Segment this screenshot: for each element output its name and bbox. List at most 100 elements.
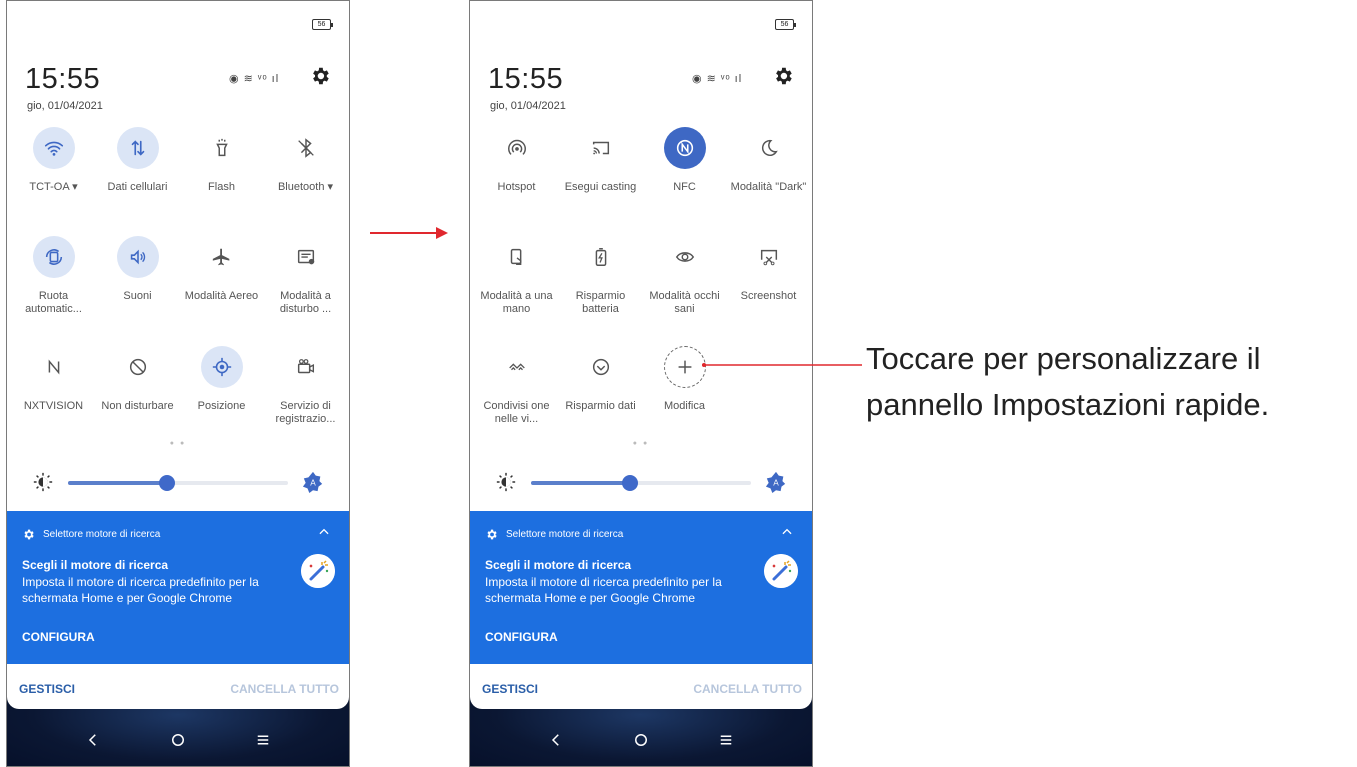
wifi-icon bbox=[44, 141, 63, 156]
quick-settings-panel: 56 15:55 gio, 01/04/2021 ◉ ≋ ᵛᵒ ıl Hotsp… bbox=[470, 1, 812, 511]
tile-label: Modalità a una mano bbox=[480, 290, 553, 315]
battery-saver-icon bbox=[595, 248, 606, 266]
tile-label: Modalità "Dark" bbox=[730, 181, 807, 193]
callout-line-1: Toccare per personalizzare il bbox=[866, 341, 1261, 376]
status-icons: ◉ ≋ ᵛᵒ ıl bbox=[229, 73, 280, 85]
notification-card[interactable]: Selettore motore di ricerca Scegli il mo… bbox=[470, 511, 812, 664]
auto-rotate-icon bbox=[45, 249, 62, 265]
notification-body: Imposta il motore di ricerca predefinito… bbox=[485, 575, 722, 605]
nxtvision-icon bbox=[48, 359, 59, 375]
notification-mode-icon bbox=[297, 249, 314, 265]
brightness-slider[interactable]: A bbox=[32, 471, 332, 495]
tile-battery-saver[interactable]: Risparmio batteria bbox=[558, 236, 643, 346]
cast-icon bbox=[592, 141, 609, 155]
tile-label: Modalità a disturbo ... bbox=[279, 290, 332, 315]
tile-one-hand-mode[interactable]: Modalità a una mano bbox=[474, 236, 559, 346]
navigation-bar bbox=[470, 709, 812, 766]
manage-button[interactable]: GESTISCI bbox=[482, 682, 538, 696]
nfc-icon bbox=[676, 139, 693, 157]
tile-label: Flash bbox=[208, 181, 235, 193]
tile-airplane[interactable]: Modalità Aereo bbox=[179, 236, 264, 346]
brightness-icon bbox=[33, 472, 53, 492]
brightness-fill bbox=[531, 481, 630, 485]
back-icon[interactable] bbox=[547, 731, 565, 749]
navigation-bar bbox=[7, 709, 349, 766]
tile-eye-comfort[interactable]: Modalità occhi sani bbox=[642, 236, 727, 346]
brightness-icon bbox=[496, 472, 516, 492]
tile-dark-mode[interactable]: Modalità "Dark" bbox=[726, 127, 811, 237]
clock: 15:55 bbox=[25, 63, 101, 95]
callout-text: Toccare per personalizzare il pannello I… bbox=[866, 336, 1269, 428]
magic-wand-icon bbox=[764, 554, 798, 588]
tile-auto-rotate[interactable]: Ruota automatic... bbox=[11, 236, 96, 346]
settings-gear-icon[interactable] bbox=[772, 65, 794, 87]
brightness-knob[interactable] bbox=[622, 475, 638, 491]
configure-button[interactable]: CONFIGURA bbox=[485, 630, 558, 644]
tile-bluetooth[interactable]: Bluetooth ▾ bbox=[263, 127, 348, 237]
notification-header: Selettore motore di ricerca bbox=[485, 528, 623, 541]
tile-screenshot[interactable]: Screenshot bbox=[726, 236, 811, 346]
notification-actions: GESTISCI CANCELLA TUTTO bbox=[470, 664, 812, 709]
recents-icon[interactable] bbox=[717, 731, 735, 749]
brightness-knob[interactable] bbox=[159, 475, 175, 491]
eye-comfort-icon bbox=[675, 252, 694, 262]
phone-screen-left: 56 15:55 gio, 01/04/2021 ◉ ≋ ᵛᵒ ıl TCT-O… bbox=[6, 0, 350, 767]
brightness-slider[interactable]: A bbox=[495, 471, 795, 495]
clock: 15:55 bbox=[488, 63, 564, 95]
settings-gear-icon[interactable] bbox=[309, 65, 331, 87]
callout-line bbox=[702, 363, 862, 367]
auto-brightness-icon[interactable]: A bbox=[765, 471, 787, 493]
edit-plus-icon bbox=[678, 360, 691, 374]
tile-label: Ruota automatic... bbox=[25, 290, 82, 315]
auto-brightness-icon[interactable]: A bbox=[302, 471, 324, 493]
settings-gear-icon bbox=[487, 529, 497, 540]
svg-text:A: A bbox=[773, 479, 779, 488]
clear-all-button[interactable]: CANCELLA TUTTO bbox=[693, 682, 802, 696]
tile-label: Modifica bbox=[664, 400, 705, 412]
clear-all-button[interactable]: CANCELLA TUTTO bbox=[230, 682, 339, 696]
tile-label: NFC bbox=[673, 181, 696, 193]
tile-flashlight[interactable]: Flash bbox=[179, 127, 264, 237]
tile-label: Screenshot bbox=[740, 290, 797, 302]
tile-label: Servizio di registrazio... bbox=[275, 400, 336, 425]
airplane-icon bbox=[212, 248, 229, 266]
home-icon[interactable] bbox=[632, 731, 650, 749]
hotspot-icon bbox=[507, 139, 526, 155]
tile-cast[interactable]: Esegui casting bbox=[558, 127, 643, 237]
transition-arrow-icon bbox=[370, 227, 448, 239]
tile-wifi[interactable]: TCT-OA ▾ bbox=[11, 127, 96, 237]
home-icon[interactable] bbox=[169, 731, 187, 749]
brightness-track[interactable] bbox=[68, 475, 288, 491]
flashlight-icon bbox=[215, 138, 228, 157]
mobile-data-icon bbox=[131, 140, 144, 156]
tile-mobile-data[interactable]: Dati cellulari bbox=[95, 127, 180, 237]
chevron-up-icon[interactable] bbox=[780, 525, 794, 539]
recents-icon[interactable] bbox=[254, 731, 272, 749]
data-saver-icon bbox=[592, 358, 609, 376]
sound-icon bbox=[130, 249, 145, 265]
configure-button[interactable]: CONFIGURA bbox=[22, 630, 95, 644]
notification-card[interactable]: Selettore motore di ricerca Scegli il mo… bbox=[7, 511, 349, 664]
do-not-disturb-icon bbox=[129, 358, 146, 376]
tile-label: Hotspot bbox=[497, 181, 536, 193]
manage-button[interactable]: GESTISCI bbox=[19, 682, 75, 696]
back-icon[interactable] bbox=[84, 731, 102, 749]
chevron-up-icon[interactable] bbox=[317, 525, 331, 539]
notification-actions: GESTISCI CANCELLA TUTTO bbox=[7, 664, 349, 709]
tile-sound[interactable]: Suoni bbox=[95, 236, 180, 346]
quick-settings-panel: 56 15:55 gio, 01/04/2021 ◉ ≋ ᵛᵒ ıl TCT-O… bbox=[7, 1, 349, 511]
tile-interruption-mode[interactable]: Modalità a disturbo ... bbox=[263, 236, 348, 346]
tile-label: Risparmio dati bbox=[565, 400, 636, 412]
tile-label: Modalità Aereo bbox=[184, 290, 259, 302]
notification-body: Imposta il motore di ricerca predefinito… bbox=[22, 575, 259, 605]
notification-title: Scegli il motore di ricerca bbox=[485, 558, 632, 572]
notification-header: Selettore motore di ricerca bbox=[22, 528, 160, 541]
brightness-fill bbox=[68, 481, 167, 485]
page-indicator: ● ● bbox=[169, 440, 187, 447]
tile-label: Posizione bbox=[197, 400, 246, 412]
brightness-track[interactable] bbox=[531, 475, 751, 491]
page-indicator: ● ● bbox=[632, 440, 650, 447]
dark-mode-icon bbox=[761, 139, 778, 156]
tile-hotspot[interactable]: Hotspot bbox=[474, 127, 559, 237]
tile-nfc[interactable]: NFC bbox=[642, 127, 727, 237]
